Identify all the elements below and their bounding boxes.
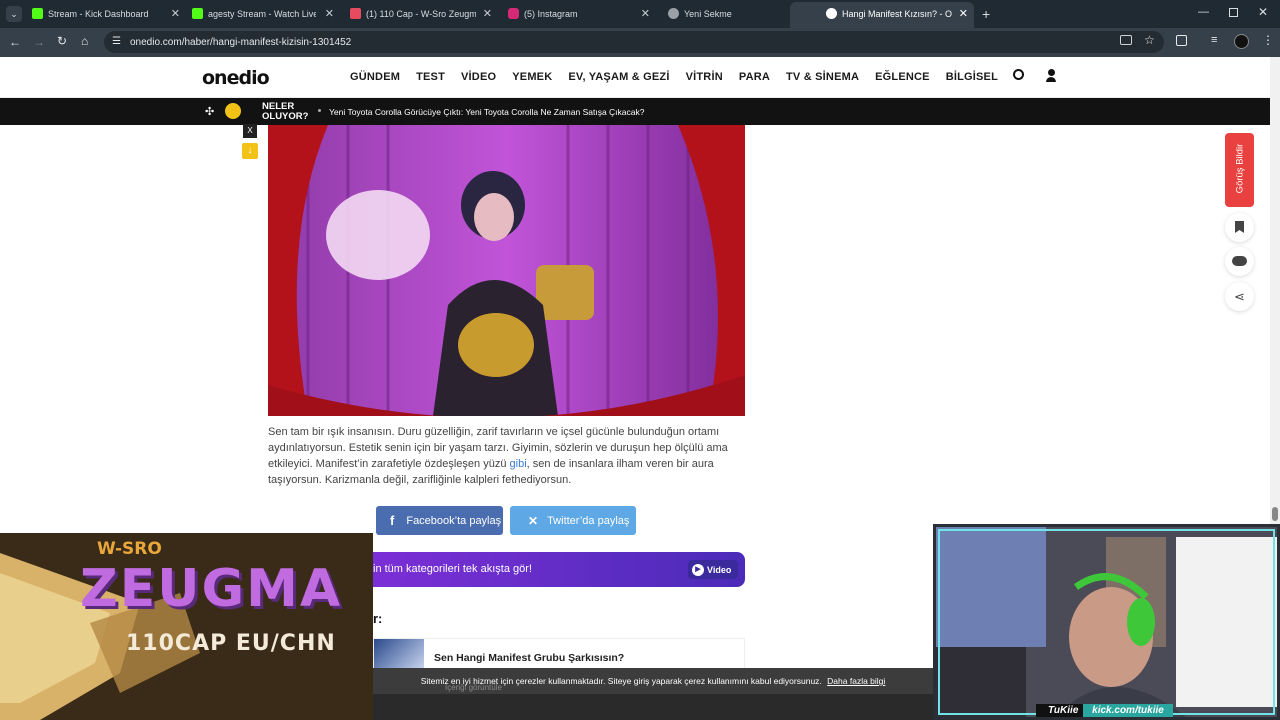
nav-item[interactable]: EĞLENCE [875,71,930,83]
grid-icon[interactable]: ✣ [205,105,214,118]
ticker-badge: NELER OLUYOR? [262,101,309,122]
tab-title: (1) 110 Cap - W-Sro Zeugma 1 [366,9,476,19]
related-card-continuation: İçeriği görüntüle [373,683,933,720]
site-header: onedio GÜNDEM TEST VİDEO YEMEK EV, YAŞAM… [0,57,1270,98]
tab-instagram[interactable]: (5) Instagram ✕ [476,4,656,24]
hero-illustration [268,125,745,416]
tab-onedio-active[interactable]: Hangi Manifest Kızısın? - Oned ✕ [790,2,974,28]
ticker-badge-icon [225,103,241,119]
nav-item[interactable]: BİLGİSEL [946,71,998,83]
twitter-share-button[interactable]: ✕ Twitter’da paylaş [510,506,636,535]
tab-new-tab[interactable]: Yeni Sekme ✕ [636,4,816,24]
scrollbar-thumb[interactable] [1272,507,1278,521]
kick-icon [192,8,203,19]
forward-icon[interactable]: → [33,35,45,49]
related-thumbnail [374,639,424,669]
browser-menu-icon[interactable]: ⋮ [1262,33,1274,47]
search-icon[interactable] [1013,69,1024,80]
article-inline-link[interactable]: gibi [510,458,527,470]
tab-kick-stream[interactable]: agesty Stream - Watch Live on ✕ [160,4,340,24]
news-ticker: ✣ NELER OLUYOR? Yeni Toyota Corolla Görü… [0,98,1270,125]
comments-icon[interactable] [1225,247,1254,276]
onedio-icon [826,8,837,19]
close-window-icon[interactable]: ✕ [1258,5,1268,19]
related-heading: r: [373,611,383,626]
tab-title: Hangi Manifest Kızısın? - Oned [842,9,952,19]
globe-icon [668,8,679,19]
related-subtitle[interactable]: İçeriği görüntüle [445,683,502,692]
reading-list-icon[interactable]: ≡ [1211,34,1217,46]
feedback-label: Görüş Bildir [1234,143,1246,194]
nav-item[interactable]: VİDEO [461,71,496,83]
extensions-icon[interactable] [1176,35,1187,46]
nav-item[interactable]: VİTRİN [686,71,723,83]
tab-kick-dashboard[interactable]: Stream - Kick Dashboard ✕ [0,4,180,24]
close-tab-icon[interactable]: ✕ [959,7,968,20]
server-icon [350,8,361,19]
streamer-channel-tag: kick.com/tukiie [1083,704,1173,717]
video-badge[interactable]: ▶ Video [688,560,738,579]
video-promo-banner[interactable]: in tüm kategorileri tek akışta gör! ▶ Vid… [373,552,745,587]
instagram-icon [508,8,519,19]
tab-title: Yeni Sekme [684,9,732,19]
nav-item[interactable]: TEST [416,71,445,83]
x-share-mini-button[interactable]: X [243,124,257,138]
banner-subtitle: 110CAP EU/CHN [126,631,336,656]
home-icon[interactable]: ⌂ [81,34,88,48]
x-icon: ✕ [528,513,539,528]
facebook-share-label: Facebook’ta paylaş [406,514,502,527]
cookie-more-info-link[interactable]: Daha fazla bilgi [827,676,885,686]
related-card[interactable]: Sen Hangi Manifest Grubu Şarkısısın? [373,638,745,669]
back-icon[interactable]: ← [9,35,21,49]
tab-title: (5) Instagram [524,9,578,19]
stream-overlay-game-banner: W-SRO ZEUGMA 110CAP EU/CHN [0,533,373,720]
twitter-share-label: Twitter’da paylaş [547,514,630,527]
bookmark-add-icon[interactable] [1225,213,1254,242]
facebook-icon: f [390,513,395,528]
banner-top-text: W-SRO [97,539,162,559]
nav-item[interactable]: PARA [739,71,770,83]
site-logo[interactable]: onedio [202,67,270,89]
kick-icon [32,8,43,19]
feedback-button[interactable]: Görüş Bildir [1225,133,1254,207]
browser-tab-bar: ⌄ Stream - Kick Dashboard ✕ agesty Strea… [0,0,1280,28]
facebook-share-button[interactable]: f Facebook’ta paylaş [376,506,503,535]
restore-icon[interactable] [1229,8,1238,17]
browser-toolbar: ← → ↻ ⌂ ☰ onedio.com/haber/hangi-manifes… [0,28,1280,57]
video-badge-label: Video [707,565,732,575]
reload-icon[interactable]: ↻ [57,34,67,48]
promo-text: in tüm kategorileri tek akışta gör! [373,563,532,575]
nav-item[interactable]: GÜNDEM [350,71,400,83]
download-mini-button[interactable]: ↓ [242,143,258,159]
article-paragraph: Sen tam bir ışık insanısın. Duru güzelli… [268,424,738,488]
address-bar[interactable]: ☰ onedio.com/haber/hangi-manifest-kizisi… [104,31,1164,53]
site-info-icon[interactable]: ☰ [112,36,121,47]
article-hero-image [268,125,745,416]
nav-item[interactable]: YEMEK [512,71,552,83]
tab-zeugma[interactable]: (1) 110 Cap - W-Sro Zeugma 1 ✕ [318,4,498,24]
streamer-webcam: TuKiie kick.com/tukiie [933,524,1280,720]
address-text: onedio.com/haber/hangi-manifest-kizisin-… [130,37,352,48]
new-tab-icon[interactable]: + [982,6,990,22]
ticker-bullet [318,109,321,112]
user-icon[interactable] [1046,69,1056,82]
main-nav: GÜNDEM TEST VİDEO YEMEK EV, YAŞAM & GEZİ… [350,71,1014,83]
banner-title: ZEUGMA [80,559,343,619]
install-app-icon[interactable] [1120,35,1132,45]
share-icon[interactable]: ⋖ [1225,282,1254,311]
play-icon: ▶ [692,564,704,576]
profile-avatar[interactable] [1234,34,1249,49]
bookmark-star-icon[interactable]: ☆ [1144,33,1155,47]
minimize-icon[interactable]: — [1198,6,1209,18]
ticker-headline[interactable]: Yeni Toyota Corolla Görücüye Çıktı: Yeni… [329,107,644,117]
tab-title: agesty Stream - Watch Live on [208,9,316,19]
webcam-feed [936,527,1277,717]
nav-item[interactable]: TV & SİNEMA [786,71,859,83]
nav-item[interactable]: EV, YAŞAM & GEZİ [568,71,669,83]
tab-title: Stream - Kick Dashboard [48,9,149,19]
related-title: Sen Hangi Manifest Grubu Şarkısısın? [434,652,625,664]
